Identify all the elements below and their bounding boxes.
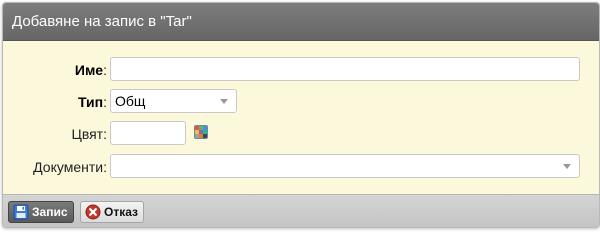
color-row: Цвят: [3,121,599,147]
chevron-down-icon [220,99,228,104]
record-form: Име: Тип: Общ Цвят: Документи: [3,41,599,194]
type-row: Тип: Общ [3,89,599,115]
name-row: Име: [3,57,599,83]
color-input[interactable] [110,121,186,145]
save-button-label: Запис [32,205,68,219]
type-select-value: Общ [115,93,146,109]
type-label: Тип: [78,94,107,110]
name-input[interactable] [110,57,580,81]
chevron-down-icon [563,164,571,169]
floppy-disk-icon [13,204,29,220]
color-label: Цвят: [71,126,107,142]
documents-label: Документи: [33,159,107,175]
name-label: Име: [74,62,107,78]
cancel-button-label: Отказ [104,205,139,219]
cancel-circle-icon [85,204,101,220]
color-palette-icon[interactable] [194,125,208,139]
dialog-title: Добавяне на запис в "Tar" [3,3,599,41]
add-record-dialog: Добавяне на запис в "Tar" Име: Тип: Общ … [2,2,600,228]
documents-select[interactable] [110,154,580,178]
documents-row: Документи: [3,154,599,180]
cancel-button[interactable]: Отказ [80,201,145,223]
save-button[interactable]: Запис [8,201,74,223]
type-select[interactable]: Общ [110,89,237,113]
dialog-toolbar: Запис Отказ [3,194,599,227]
